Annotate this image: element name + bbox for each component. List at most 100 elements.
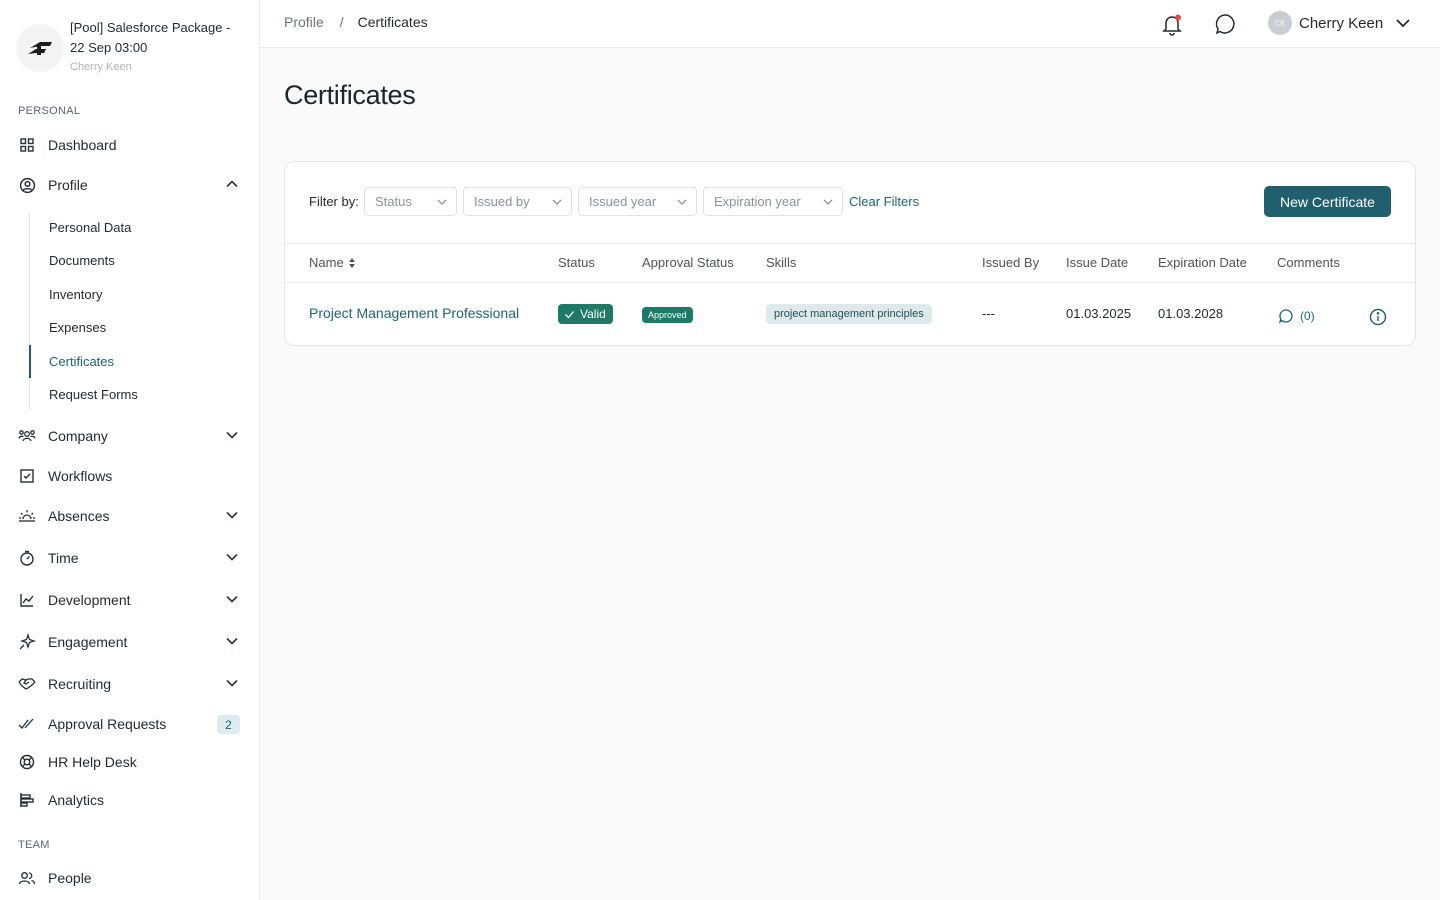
sidebar-item-people[interactable]: People	[0, 858, 259, 898]
chevron-down-icon	[1395, 15, 1411, 31]
breadcrumb-separator: /	[339, 14, 344, 30]
double-check-icon	[18, 715, 36, 733]
sidebar-item-label: Recruiting	[48, 676, 112, 692]
expiration-date-value: 01.03.2028	[1158, 306, 1224, 321]
bar-chart-icon	[18, 791, 36, 809]
user-name: Cherry Keen	[1299, 14, 1384, 32]
filter-issued-by-select[interactable]: Issued by	[463, 187, 572, 216]
sidebar-item-label: HR Help Desk	[48, 754, 137, 770]
chevron-down-icon	[225, 592, 239, 606]
issued-by-value: ---	[982, 306, 995, 321]
sidebar-item-label: People	[48, 870, 92, 886]
status-text: Valid	[580, 307, 606, 321]
new-certificate-button[interactable]: New Certificate	[1264, 186, 1391, 217]
chevron-down-icon	[822, 196, 834, 208]
certificate-name-link[interactable]: Project Management Professional	[309, 305, 519, 321]
column-header-comments: Comments	[1277, 255, 1340, 270]
grid-icon	[18, 136, 36, 154]
chevron-down-icon	[225, 428, 239, 442]
sidebar-item-recruiting[interactable]: Recruiting	[0, 664, 259, 704]
top-header: Profile / Certificates CK Cherry Keen	[260, 0, 1440, 48]
filter-issued-year-select[interactable]: Issued year	[578, 187, 697, 216]
bell-icon[interactable]	[1160, 12, 1184, 36]
chevron-down-icon	[676, 196, 688, 208]
column-header-skills: Skills	[766, 255, 797, 270]
chat-icon[interactable]	[1214, 12, 1238, 36]
sidebar-item-approval-requests[interactable]: Approval Requests 2	[0, 704, 259, 744]
chevron-down-icon	[225, 634, 239, 648]
users-icon	[18, 427, 36, 445]
company-switcher[interactable]: [Pool] Salesforce Package - 22 Sep 03:00…	[0, 0, 259, 92]
section-label-team: TEAM	[18, 839, 50, 851]
select-value: Status	[375, 194, 412, 209]
breadcrumb: Profile / Certificates	[284, 14, 428, 30]
sidebar-item-label: Engagement	[48, 634, 128, 650]
sidebar-item-label: Profile	[48, 177, 88, 193]
sidebar-item-dashboard[interactable]: Dashboard	[0, 125, 259, 165]
breadcrumb-current: Certificates	[357, 14, 428, 30]
column-header-name[interactable]: Name	[309, 255, 356, 270]
sidebar-item-label: Approval Requests	[48, 716, 167, 732]
chevron-down-icon	[225, 550, 239, 564]
chevron-down-icon	[436, 196, 448, 208]
checkbox-icon	[18, 467, 36, 485]
sidebar-item-label: Company	[48, 428, 108, 444]
column-header-issued-by: Issued By	[982, 255, 1040, 270]
sidebar-item-label: Time	[48, 550, 79, 566]
certificates-card: Filter by: Status Issued by Issued year …	[284, 161, 1416, 346]
avatar: CK	[1268, 11, 1292, 35]
subnav-item-expenses[interactable]: Expenses	[29, 311, 259, 344]
header-divider	[285, 282, 1415, 283]
sidebar-item-company[interactable]: Company	[0, 416, 259, 456]
subnav-item-request-forms[interactable]: Request Forms	[29, 378, 259, 411]
info-icon[interactable]	[1369, 308, 1387, 326]
column-header-approval-status: Approval Status	[642, 255, 734, 270]
approval-status-badge: Approved	[642, 307, 693, 323]
filter-expiration-year-select[interactable]: Expiration year	[703, 187, 843, 216]
company-name: [Pool] Salesforce Package - 22 Sep 03:00	[70, 20, 231, 55]
company-user: Cherry Keen	[70, 61, 132, 73]
sidebar-item-label: Development	[48, 592, 131, 608]
skill-tag: project management principles	[766, 304, 932, 324]
user-circle-icon	[18, 176, 36, 194]
column-label: Name	[309, 255, 344, 270]
subnav-item-certificates[interactable]: Certificates	[29, 345, 259, 378]
sparkle-icon	[18, 633, 36, 651]
column-header-expiration-date: Expiration Date	[1158, 255, 1247, 270]
column-header-status: Status	[558, 255, 595, 270]
sidebar-item-hr-help-desk[interactable]: HR Help Desk	[0, 742, 259, 782]
filter-status-select[interactable]: Status	[364, 187, 457, 216]
sidebar-item-workflows[interactable]: Workflows	[0, 456, 259, 496]
sidebar-item-label: Absences	[48, 508, 110, 524]
check-icon	[564, 309, 575, 320]
issue-date-value: 01.03.2025	[1066, 306, 1132, 321]
status-badge: Valid	[558, 304, 613, 324]
sidebar-item-label: Dashboard	[48, 137, 117, 153]
clear-filters-link[interactable]: Clear Filters	[849, 194, 919, 209]
comments-button[interactable]: (0)	[1278, 308, 1315, 324]
subnav-item-documents[interactable]: Documents	[29, 244, 259, 277]
select-value: Issued by	[474, 194, 530, 209]
company-logo	[16, 24, 64, 72]
sidebar-item-engagement[interactable]: Engagement	[0, 622, 259, 662]
comment-icon	[1278, 308, 1294, 324]
sidebar-item-profile[interactable]: Profile	[0, 165, 259, 205]
column-header-issue-date: Issue Date	[1066, 255, 1129, 270]
user-menu[interactable]: CK Cherry Keen	[1268, 11, 1411, 35]
subnav-item-inventory[interactable]: Inventory	[29, 278, 259, 311]
chevron-down-icon	[225, 508, 239, 522]
subnav-item-personal-data[interactable]: Personal Data	[29, 211, 259, 244]
section-label-personal: PERSONAL	[18, 105, 81, 117]
chevron-up-icon	[225, 177, 239, 191]
handshake-icon	[18, 675, 36, 693]
sidebar-item-absences[interactable]: Absences	[0, 496, 259, 536]
sidebar-item-time[interactable]: Time	[0, 538, 259, 578]
select-value: Issued year	[589, 194, 657, 209]
sidebar-item-analytics[interactable]: Analytics	[0, 780, 259, 820]
sidebar-item-development[interactable]: Development	[0, 580, 259, 620]
approval-count-badge: 2	[217, 715, 240, 734]
filter-label: Filter by:	[309, 194, 359, 209]
filter-bar: Filter by: Status Issued by Issued year …	[285, 162, 1415, 244]
breadcrumb-profile[interactable]: Profile	[284, 14, 324, 30]
chevron-down-icon	[225, 676, 239, 690]
